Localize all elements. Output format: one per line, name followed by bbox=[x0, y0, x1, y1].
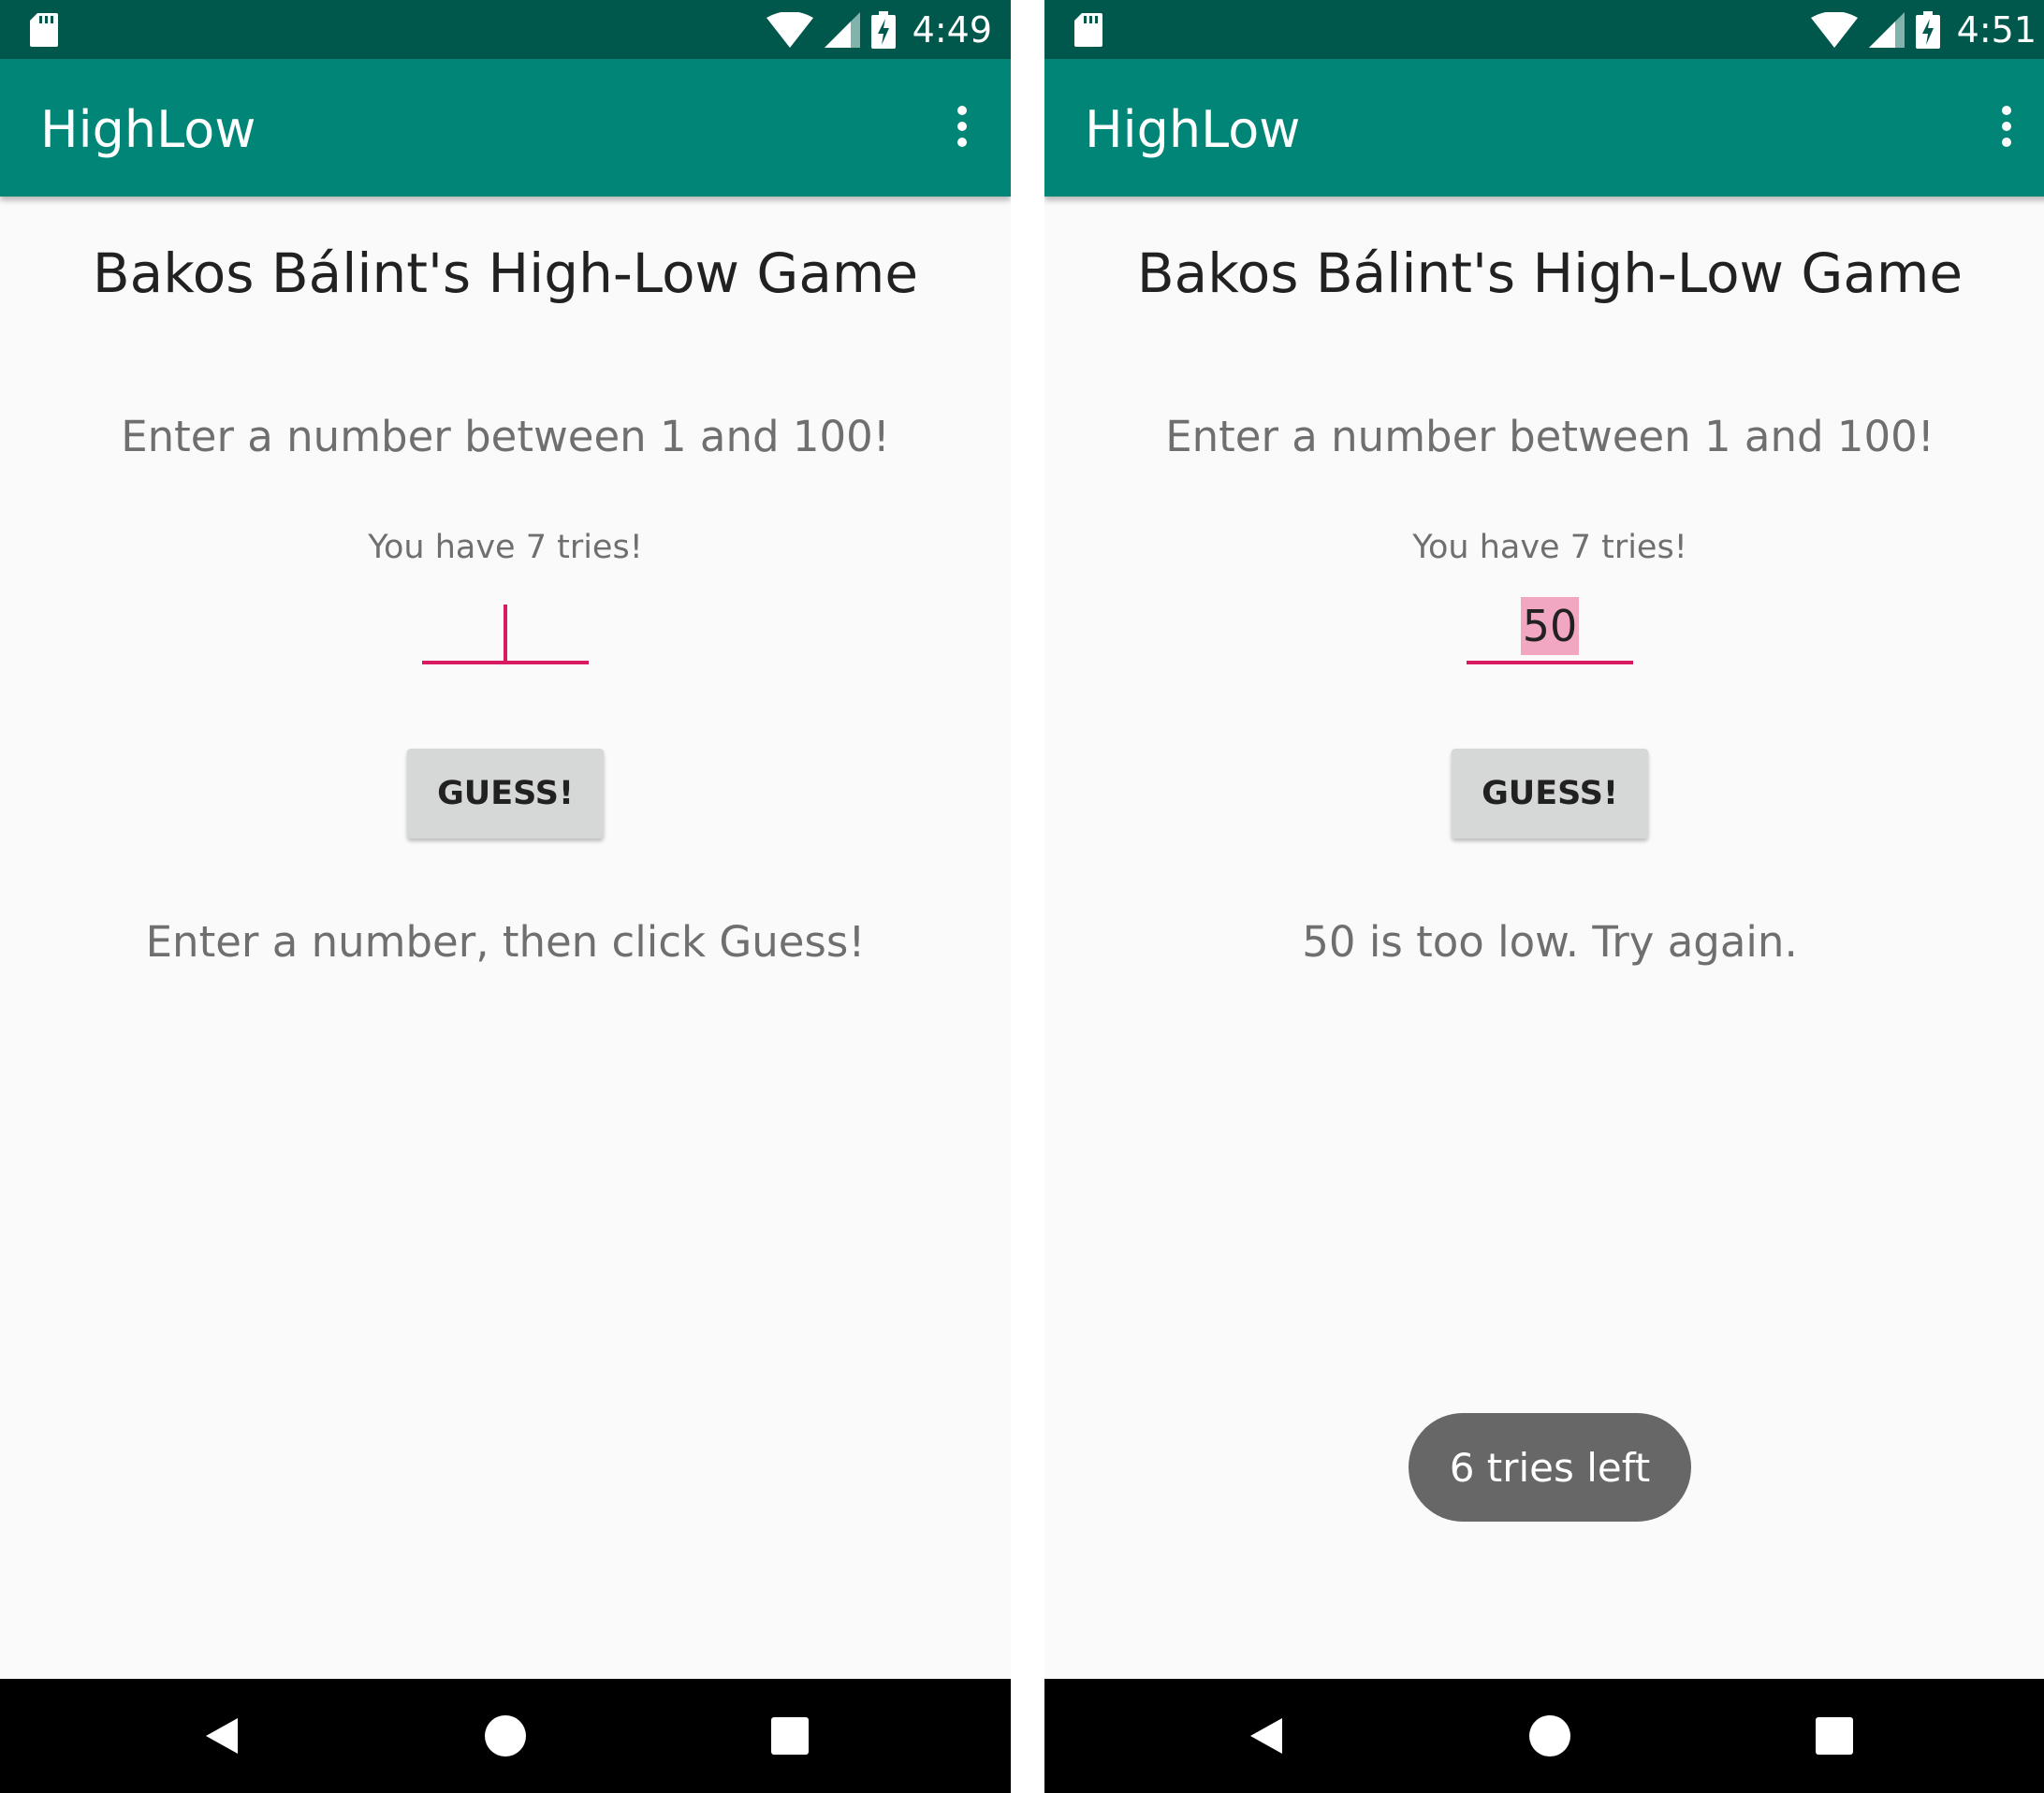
navigation-bar bbox=[1044, 1679, 2044, 1793]
app-bar: HighLow bbox=[0, 59, 1011, 197]
overflow-menu-icon[interactable] bbox=[951, 106, 973, 154]
input-value: 50 bbox=[1467, 597, 1633, 655]
cell-signal-icon bbox=[824, 11, 860, 48]
text-cursor bbox=[504, 605, 507, 661]
tries-label: You have 7 tries! bbox=[1412, 529, 1687, 566]
recents-icon[interactable] bbox=[1803, 1705, 1865, 1767]
page-title: Bakos Bálint's High-Low Game bbox=[92, 241, 919, 305]
home-icon[interactable] bbox=[1519, 1705, 1581, 1767]
navigation-bar bbox=[0, 1679, 1011, 1793]
guess-input[interactable] bbox=[422, 590, 589, 664]
cell-signal-icon bbox=[1868, 11, 1905, 48]
home-icon[interactable] bbox=[474, 1705, 536, 1767]
status-bar: 4:51 bbox=[1044, 0, 2044, 59]
app-bar: HighLow bbox=[1044, 59, 2044, 197]
phone-screen-right: 4:51 HighLow Bakos Bálint's High-Low Gam… bbox=[1044, 0, 2044, 1793]
status-time: 4:51 bbox=[1956, 8, 2037, 51]
back-icon[interactable] bbox=[1235, 1705, 1297, 1767]
main-content: Bakos Bálint's High-Low Game Enter a num… bbox=[1044, 197, 2044, 1679]
toast-message: 6 tries left bbox=[1409, 1413, 1691, 1522]
overflow-menu-icon[interactable] bbox=[1995, 106, 2018, 154]
app-title: HighLow bbox=[40, 100, 256, 159]
app-title: HighLow bbox=[1085, 100, 1301, 159]
input-underline bbox=[1467, 661, 1633, 664]
instruction-text: Enter a number between 1 and 100! bbox=[1165, 412, 1934, 461]
wifi-icon bbox=[766, 11, 813, 48]
sd-card-icon bbox=[1074, 13, 1102, 47]
status-bar: 4:49 bbox=[0, 0, 1011, 59]
battery-charging-icon bbox=[1915, 10, 1940, 49]
guess-button[interactable]: GUESS! bbox=[1452, 749, 1648, 838]
tries-label: You have 7 tries! bbox=[368, 529, 643, 566]
feedback-message: Enter a number, then click Guess! bbox=[145, 917, 866, 967]
instruction-text: Enter a number between 1 and 100! bbox=[121, 412, 890, 461]
back-icon[interactable] bbox=[191, 1705, 253, 1767]
sd-card-icon bbox=[30, 13, 58, 47]
selected-text: 50 bbox=[1520, 597, 1580, 655]
recents-icon[interactable] bbox=[759, 1705, 821, 1767]
phone-screen-left: 4:49 HighLow Bakos Bálint's High-Low Gam… bbox=[0, 0, 1011, 1793]
wifi-icon bbox=[1810, 11, 1858, 48]
guess-button[interactable]: GUESS! bbox=[407, 749, 604, 838]
battery-charging-icon bbox=[870, 10, 896, 49]
feedback-message: 50 is too low. Try again. bbox=[1302, 917, 1798, 967]
page-title: Bakos Bálint's High-Low Game bbox=[1136, 241, 1964, 305]
status-time: 4:49 bbox=[912, 8, 992, 51]
main-content: Bakos Bálint's High-Low Game Enter a num… bbox=[0, 197, 1011, 1679]
guess-input[interactable]: 50 bbox=[1467, 590, 1633, 664]
input-underline bbox=[422, 661, 589, 664]
